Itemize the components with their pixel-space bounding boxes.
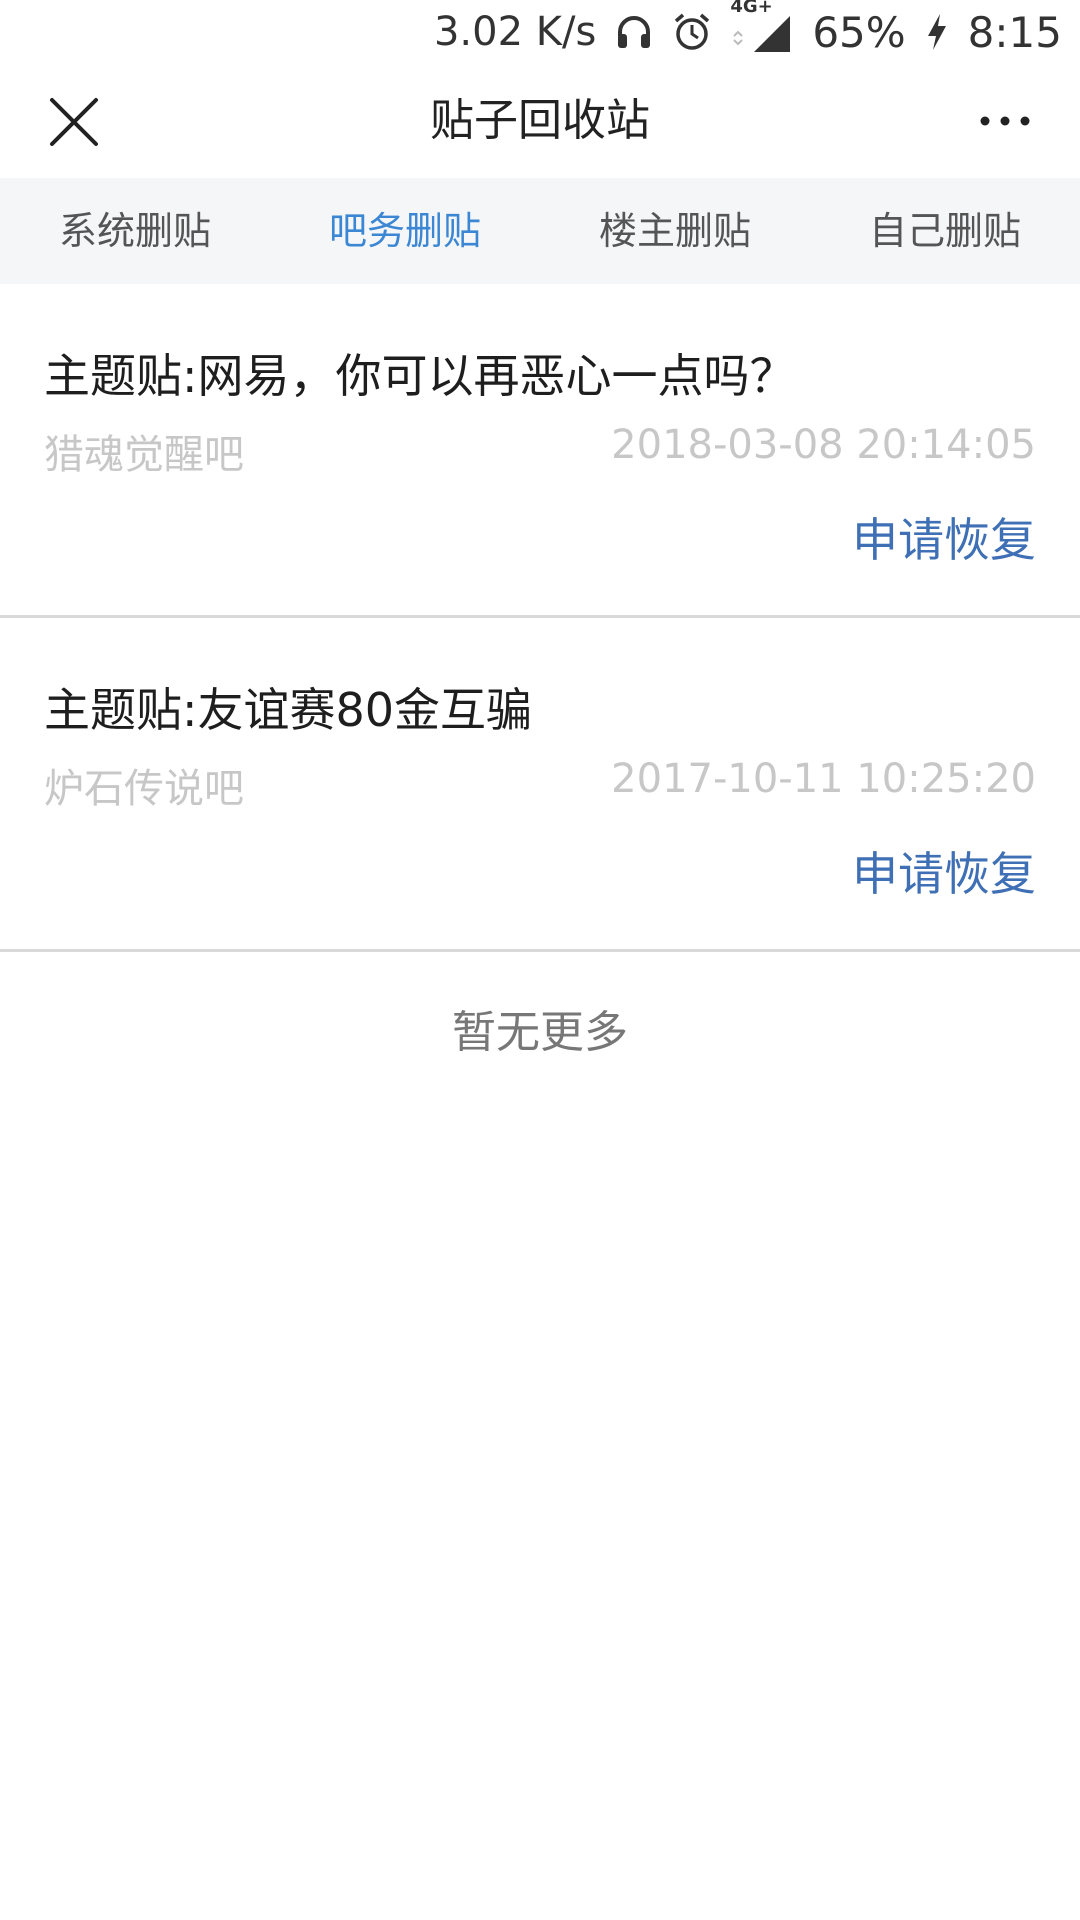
- post-forum: 猎魂觉醒吧: [44, 432, 244, 478]
- post-timestamp: 2018-03-08 20:14:05: [611, 422, 1036, 468]
- headphones-icon: [614, 0, 654, 64]
- alarm-icon: [672, 0, 712, 64]
- list-item: 主题贴:网易，你可以再恶心一点吗？ 猎魂觉醒吧 2018-03-08 20:14…: [0, 284, 1080, 618]
- no-more-label: 暂无更多: [452, 1007, 628, 1058]
- more-button[interactable]: [970, 96, 1040, 146]
- post-title[interactable]: 主题贴:友谊赛80金互骗: [44, 674, 532, 740]
- title-bar: 贴子回收站: [0, 64, 1080, 178]
- battery-level: 65%: [812, 7, 906, 57]
- status-bar: 3.02 K/s 4G+ 65% 8:15: [0, 0, 1080, 64]
- post-title[interactable]: 主题贴:网易，你可以再恶心一点吗？: [44, 340, 796, 406]
- post-forum: 炉石传说吧: [44, 766, 244, 812]
- post-timestamp: 2017-10-11 10:25:20: [611, 756, 1036, 802]
- restore-button[interactable]: 申请恢复: [852, 838, 1036, 904]
- more-icon: [980, 116, 1030, 126]
- restore-button[interactable]: 申请恢复: [852, 504, 1036, 570]
- tab-op-deleted[interactable]: 楼主删贴: [540, 178, 810, 284]
- page-title: 贴子回收站: [430, 95, 650, 146]
- list-item: 主题贴:友谊赛80金互骗 炉石传说吧 2017-10-11 10:25:20 申…: [0, 618, 1080, 952]
- network-tag: 4G+: [730, 0, 773, 17]
- charging-icon: [924, 0, 950, 64]
- clock-time: 8:15: [967, 7, 1062, 57]
- post-list: 主题贴:网易，你可以再恶心一点吗？ 猎魂觉醒吧 2018-03-08 20:14…: [0, 284, 1080, 1060]
- tab-bar: 系统删贴 吧务删贴 楼主删贴 自己删贴: [0, 178, 1080, 284]
- tab-self-deleted[interactable]: 自己删贴: [810, 178, 1080, 284]
- close-button[interactable]: [44, 92, 104, 152]
- close-icon: [50, 98, 98, 146]
- tab-system-deleted[interactable]: 系统删贴: [0, 178, 270, 284]
- tab-admin-deleted[interactable]: 吧务删贴: [270, 178, 540, 284]
- signal-icon: 4G+: [730, 0, 794, 64]
- net-speed: 3.02 K/s: [433, 9, 597, 55]
